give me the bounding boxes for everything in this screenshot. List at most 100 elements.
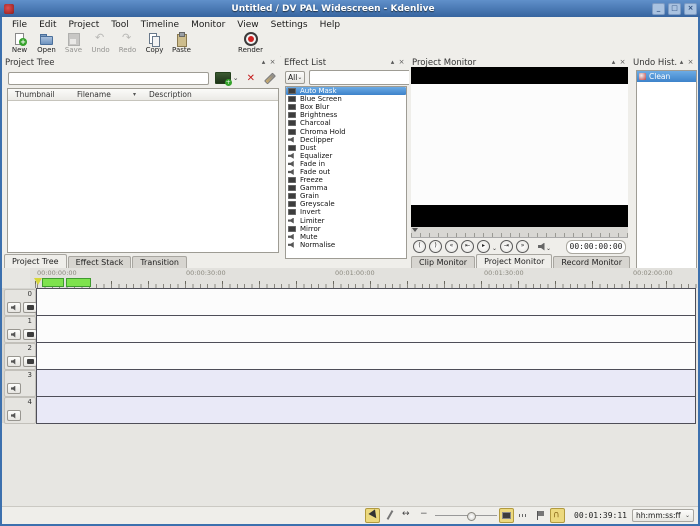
effect-item-mirror[interactable]: Mirror (286, 225, 406, 233)
mute-track-button[interactable] (7, 356, 21, 367)
timecode-format-dropdown[interactable]: hh:mm:ss:ff ⌄ (632, 509, 694, 522)
snap-icon[interactable] (550, 508, 566, 523)
zoom-out-icon[interactable] (416, 508, 431, 523)
column-description[interactable]: Description (142, 90, 192, 99)
close-panel-icon[interactable]: × (686, 58, 695, 67)
effect-filter-dropdown[interactable]: All ⌄ (285, 70, 306, 84)
close-panel-icon[interactable]: × (618, 58, 627, 67)
delete-clip-icon[interactable]: ✕ (247, 73, 255, 84)
copy-button[interactable]: Copy (141, 32, 168, 54)
effect-item-declipper[interactable]: Declipper (286, 136, 406, 144)
close-panel-icon[interactable]: × (268, 58, 277, 67)
effect-item-normalise[interactable]: Normalise (286, 241, 406, 249)
column-filename[interactable]: Filename (70, 90, 127, 99)
open-button[interactable]: Open (33, 32, 60, 54)
effect-item-charcoal[interactable]: Charcoal (286, 119, 406, 127)
menu-file[interactable]: File (6, 19, 33, 31)
undo-history-list[interactable]: Clean (636, 70, 697, 269)
track-row-2[interactable] (36, 342, 696, 369)
rewind-button[interactable]: « (445, 240, 458, 253)
effect-item-greyscale[interactable]: Greyscale (286, 200, 406, 208)
effect-list[interactable]: ▲ ▲ ▼ Auto MaskBlue ScreenBox BlurBright… (285, 86, 407, 259)
effect-item-invert[interactable]: Invert (286, 208, 406, 216)
effect-item-dust[interactable]: Dust (286, 144, 406, 152)
playhead-icon[interactable] (34, 278, 42, 285)
track-row-3[interactable] (36, 369, 696, 396)
hide-track-button[interactable] (23, 329, 37, 340)
edit-clip-icon[interactable] (263, 71, 277, 85)
mute-track-button[interactable] (7, 302, 21, 313)
float-panel-icon[interactable]: ▴ (388, 58, 397, 67)
timeline-zone[interactable] (66, 278, 91, 287)
effect-item-grain[interactable]: Grain (286, 192, 406, 200)
effect-item-fade-in[interactable]: Fade in (286, 160, 406, 168)
effect-item-brightness[interactable]: Brightness (286, 111, 406, 119)
menu-tool[interactable]: Tool (105, 19, 134, 31)
maximize-icon[interactable]: □ (668, 2, 681, 15)
sort-arrow-icon[interactable]: ▾ (133, 91, 136, 98)
set-zone-end-button[interactable]: ) (429, 240, 442, 253)
track-row-1[interactable] (36, 315, 696, 342)
menu-help[interactable]: Help (314, 19, 347, 31)
effect-item-auto-mask[interactable]: Auto Mask (286, 87, 406, 96)
effect-item-box-blur[interactable]: Box Blur (286, 103, 406, 111)
effect-item-limiter[interactable]: Limiter (286, 217, 406, 225)
timeline-tracks[interactable] (36, 288, 696, 424)
effect-item-chroma-hold[interactable]: Chroma Hold (286, 127, 406, 136)
play-options-chevron-icon[interactable]: ⌄ (492, 245, 497, 252)
menu-project[interactable]: Project (63, 19, 106, 31)
spacer-tool-icon[interactable] (399, 508, 414, 523)
add-clip-chevron-icon[interactable]: ⌄ (233, 74, 239, 82)
tab-record-monitor[interactable]: Record Monitor (553, 256, 630, 268)
track-row-0[interactable] (36, 288, 696, 315)
column-thumbnail[interactable]: Thumbnail (8, 90, 70, 99)
undo-item-clean[interactable]: Clean (637, 71, 696, 82)
set-zone-start-button[interactable]: ( (413, 240, 426, 253)
app-icon[interactable] (4, 3, 14, 14)
menu-view[interactable]: View (231, 19, 264, 31)
effect-item-blue-screen[interactable]: Blue Screen (286, 95, 406, 103)
volume-chevron-icon[interactable]: ⌄ (546, 245, 551, 252)
forward-button[interactable]: » (516, 240, 530, 253)
effect-item-mute[interactable]: Mute (286, 233, 406, 241)
project-tree-list[interactable]: Thumbnail Filename ▾ Description (7, 88, 279, 253)
new-button[interactable]: New (6, 32, 33, 54)
mute-track-button[interactable] (7, 329, 21, 340)
add-clip-icon[interactable] (214, 72, 232, 86)
minimize-icon[interactable]: _ (652, 2, 665, 15)
monitor-seek-ruler[interactable] (411, 227, 628, 238)
project-tree-search-input[interactable] (8, 71, 209, 85)
effect-item-equalizer[interactable]: Equalizer (286, 152, 406, 160)
select-tool-icon[interactable] (365, 508, 381, 523)
tab-project-monitor[interactable]: Project Monitor (476, 254, 553, 268)
menu-edit[interactable]: Edit (33, 19, 62, 31)
hide-track-button[interactable] (23, 302, 37, 313)
effect-item-fade-out[interactable]: Fade out (286, 168, 406, 176)
close-icon[interactable]: × (684, 2, 697, 15)
effect-search-input[interactable] (309, 69, 426, 85)
float-panel-icon[interactable]: ▴ (259, 58, 268, 67)
float-panel-icon[interactable]: ▴ (609, 58, 618, 67)
go-to-start-button[interactable]: ⇤ (461, 240, 474, 253)
timeline-ruler[interactable]: 00:00:00:00 00:00:30:00 00:01:00:00 00:01:3… (30, 268, 698, 289)
menu-settings[interactable]: Settings (265, 19, 314, 31)
hide-track-button[interactable] (23, 356, 37, 367)
tab-effect-stack[interactable]: Effect Stack (67, 256, 132, 268)
slider-handle[interactable] (467, 512, 477, 521)
menu-timeline[interactable]: Timeline (135, 19, 185, 31)
effect-item-gamma[interactable]: Gamma (286, 184, 406, 192)
tab-project-tree[interactable]: Project Tree (4, 254, 67, 268)
mute-track-button[interactable] (7, 410, 21, 421)
timeline-zone[interactable] (42, 278, 64, 287)
close-panel-icon[interactable]: × (397, 58, 406, 67)
mute-track-button[interactable] (7, 383, 21, 394)
effect-list-scrollbar[interactable]: ▲ ▲ ▼ (406, 87, 407, 259)
razor-tool-icon[interactable] (382, 508, 397, 523)
play-button[interactable]: ▸ (477, 240, 490, 253)
marker-comments-icon[interactable] (533, 508, 548, 523)
tab-clip-monitor[interactable]: Clip Monitor (411, 256, 476, 268)
paste-button[interactable]: Paste (168, 32, 195, 54)
tab-transition[interactable]: Transition (132, 256, 187, 268)
render-button[interactable]: Render (237, 32, 264, 54)
effect-item-freeze[interactable]: Freeze (286, 176, 406, 184)
